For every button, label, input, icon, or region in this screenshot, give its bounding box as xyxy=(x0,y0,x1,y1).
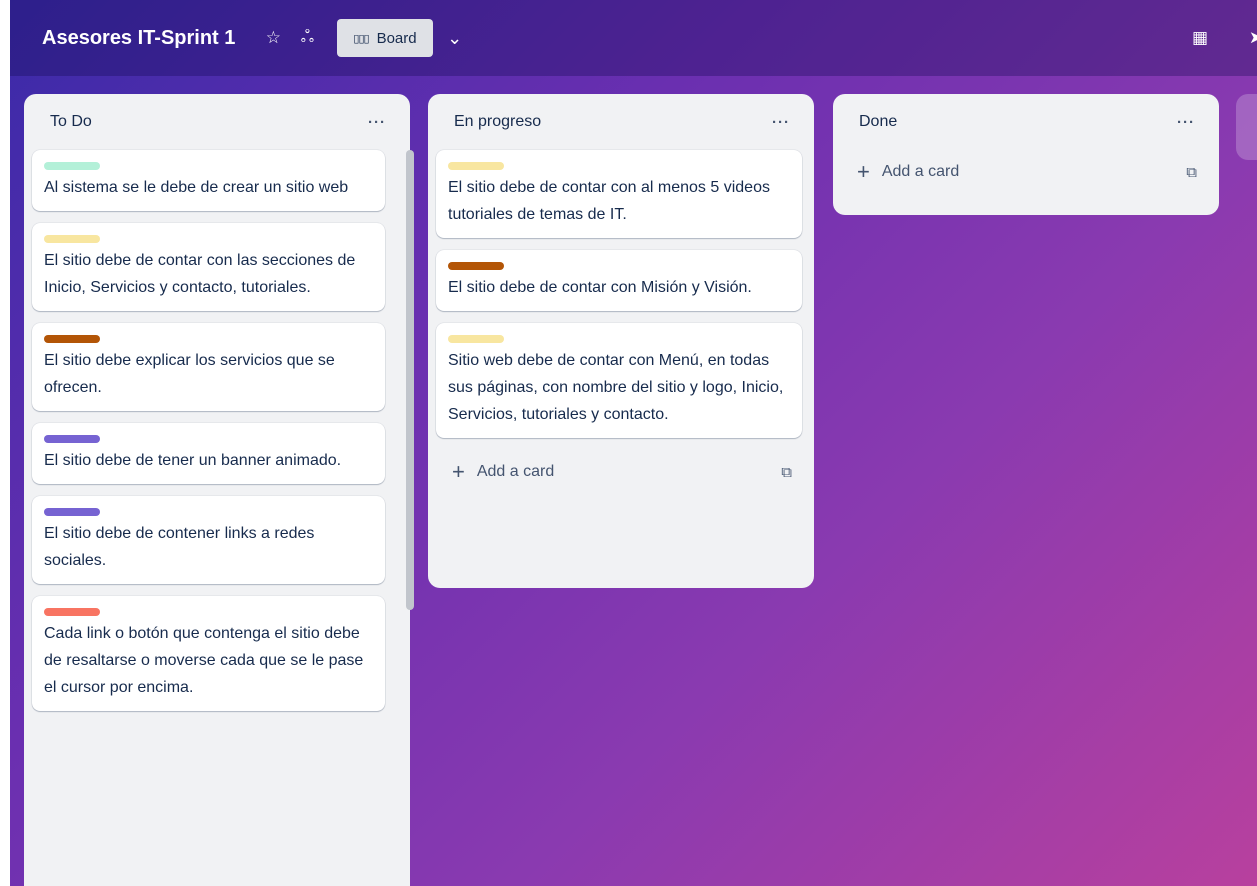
card[interactable]: Cada link o botón que contenga el sitio … xyxy=(32,596,385,711)
add-card-button[interactable]: + Add a card ⧉ xyxy=(833,150,1219,194)
add-list-button[interactable] xyxy=(1236,94,1257,160)
list-menu-icon[interactable]: ··· xyxy=(1177,114,1195,131)
add-card-button[interactable]: + Add a card ⧉ xyxy=(428,450,814,494)
list-title[interactable]: En progreso xyxy=(454,113,541,131)
card-label[interactable] xyxy=(44,162,100,170)
card-title: El sitio debe de contar con Misión y Vis… xyxy=(448,279,752,296)
list-title[interactable]: To Do xyxy=(50,113,92,131)
card-title: El sitio debe de contener links a redes … xyxy=(44,525,315,569)
card-label[interactable] xyxy=(44,335,100,343)
card[interactable]: El sitio debe de contar con las seccione… xyxy=(32,223,385,311)
plus-icon: + xyxy=(857,159,870,184)
add-card-label: Add a card xyxy=(881,163,960,180)
star-icon[interactable]: ☆ xyxy=(257,22,289,54)
list-menu-icon[interactable]: ··· xyxy=(368,114,386,131)
card-label[interactable] xyxy=(44,435,100,443)
card[interactable]: El sitio debe explicar los servicios que… xyxy=(32,323,385,411)
calendar-icon[interactable]: ▦ xyxy=(1184,22,1216,54)
list-to-do: To Do ··· Al sistema se le debe de crear… xyxy=(24,94,414,886)
list-done: Done ··· + Add a card ⧉ xyxy=(833,94,1219,215)
card-label[interactable] xyxy=(44,508,100,516)
send-icon[interactable]: ➤ xyxy=(1240,22,1257,54)
card-title: Al sistema se le debe de crear un sitio … xyxy=(44,179,349,196)
card[interactable]: El sitio debe de contener links a redes … xyxy=(32,496,385,584)
card-title: El sitio debe explicar los servicios que… xyxy=(44,352,335,396)
list-header: To Do ··· xyxy=(24,94,410,150)
card[interactable]: El sitio debe de contar con al menos 5 v… xyxy=(436,150,802,238)
board-title[interactable]: Asesores IT-Sprint 1 xyxy=(42,27,235,50)
card-title: El sitio debe de contar con al menos 5 v… xyxy=(448,179,770,223)
card[interactable]: El sitio debe de contar con Misión y Vis… xyxy=(436,250,802,311)
card[interactable]: Sitio web debe de contar con Menú, en to… xyxy=(436,323,802,438)
list-header: En progreso ··· xyxy=(428,94,814,150)
card-title: El sitio debe de contar con las seccione… xyxy=(44,252,356,296)
create-from-template-icon[interactable]: ⧉ xyxy=(1186,164,1197,181)
chevron-down-icon[interactable]: ⌄ xyxy=(439,22,471,54)
card-label[interactable] xyxy=(448,162,504,170)
card-title: El sitio debe de tener un banner animado… xyxy=(44,452,342,469)
list-header: Done ··· xyxy=(833,94,1219,150)
list-menu-icon[interactable]: ··· xyxy=(772,114,790,131)
card-list: El sitio debe de contar con al menos 5 v… xyxy=(428,150,814,438)
list-en-progreso: En progreso ··· El sitio debe de contar … xyxy=(428,94,814,588)
card[interactable]: Al sistema se le debe de crear un sitio … xyxy=(32,150,385,211)
card-label[interactable] xyxy=(448,335,504,343)
list-scrollbar[interactable] xyxy=(406,150,414,610)
card-label[interactable] xyxy=(44,235,100,243)
card-title: Sitio web debe de contar con Menú, en to… xyxy=(448,352,784,423)
board-view-button[interactable]: ▯▯▯ Board xyxy=(337,19,433,57)
card-title: Cada link o botón que contenga el sitio … xyxy=(44,625,364,696)
card-label[interactable] xyxy=(44,608,100,616)
list-title[interactable]: Done xyxy=(859,113,897,131)
board-header: Asesores IT-Sprint 1 ☆ ஃ ▯▯▯ Board ⌄ ▦ ➤ xyxy=(10,0,1257,76)
add-card-label: Add a card xyxy=(476,463,555,480)
card-list: Al sistema se le debe de crear un sitio … xyxy=(24,150,410,711)
create-from-template-icon[interactable]: ⧉ xyxy=(781,464,792,481)
board-canvas: Asesores IT-Sprint 1 ☆ ஃ ▯▯▯ Board ⌄ ▦ ➤… xyxy=(10,0,1257,886)
visibility-icon[interactable]: ஃ xyxy=(291,22,323,54)
board-view-label: Board xyxy=(376,29,417,47)
card[interactable]: El sitio debe de tener un banner animado… xyxy=(32,423,385,484)
board-view-icon: ▯▯▯ xyxy=(353,32,369,45)
plus-icon: + xyxy=(452,459,465,484)
card-label[interactable] xyxy=(448,262,504,270)
